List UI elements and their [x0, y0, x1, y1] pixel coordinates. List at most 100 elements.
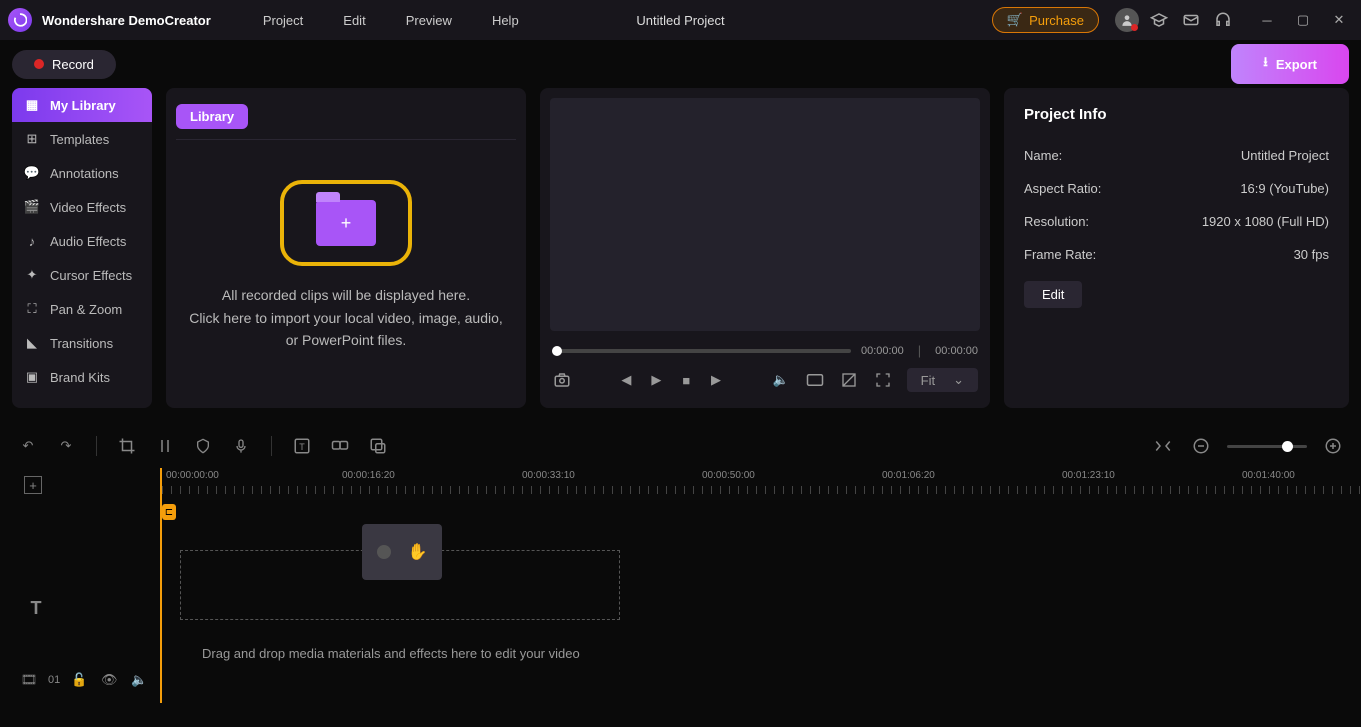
info-name-label: Name:: [1024, 148, 1062, 163]
crop-button[interactable]: [115, 434, 139, 458]
redo-button[interactable]: ↷: [54, 434, 78, 458]
info-framerate-value: 30 fps: [1294, 247, 1329, 262]
info-aspect-label: Aspect Ratio:: [1024, 181, 1101, 196]
annotations-icon: 💬: [24, 165, 40, 181]
info-aspect-value: 16:9 (YouTube): [1240, 181, 1329, 196]
visibility-track-button[interactable]: 👁: [98, 669, 120, 691]
undo-button[interactable]: ↶: [16, 434, 40, 458]
sidebar: ▦My Library ⊞Templates 💬Annotations 🎬Vid…: [12, 88, 152, 408]
sidebar-item-templates[interactable]: ⊞Templates: [12, 122, 152, 156]
track-count: 01: [48, 674, 60, 686]
fullscreen-icon[interactable]: [873, 370, 893, 390]
voiceover-button[interactable]: [229, 434, 253, 458]
library-tab[interactable]: Library: [176, 104, 248, 129]
mute-track-button[interactable]: 🔈: [128, 669, 150, 691]
total-time: 00:00:00: [935, 345, 978, 357]
thumbnail-placeholder-icon: [377, 545, 391, 559]
folder-plus-icon: +: [316, 200, 376, 246]
fit-dropdown[interactable]: Fit ⌄: [907, 368, 978, 392]
import-highlight-box: +: [280, 180, 412, 266]
prev-frame-button[interactable]: ◀: [616, 370, 636, 390]
split-button[interactable]: [153, 434, 177, 458]
menu-edit[interactable]: Edit: [325, 13, 383, 28]
brand-kits-icon: ▣: [24, 369, 40, 385]
menu-help[interactable]: Help: [474, 13, 537, 28]
next-frame-button[interactable]: ◀: [706, 370, 726, 390]
add-track-button[interactable]: +: [24, 476, 42, 494]
svg-text:T: T: [299, 442, 305, 452]
minimize-button[interactable]: ─: [1253, 6, 1281, 34]
import-area[interactable]: + All recorded clips will be displayed h…: [166, 140, 526, 392]
title-bar: Wondershare DemoCreator Project Edit Pre…: [0, 0, 1361, 40]
action-bar: Record ⭳ Export: [0, 40, 1361, 88]
fit-timeline-button[interactable]: [1151, 434, 1175, 458]
user-avatar[interactable]: [1113, 6, 1141, 34]
import-hint-text: All recorded clips will be displayed her…: [189, 284, 503, 351]
playhead-marker[interactable]: ⊏: [162, 504, 176, 520]
app-logo-icon: [8, 8, 32, 32]
info-framerate-label: Frame Rate:: [1024, 247, 1096, 262]
project-info-panel: Project Info Name:Untitled Project Aspec…: [1004, 88, 1349, 408]
maximize-button[interactable]: ▢: [1289, 6, 1317, 34]
project-title: Untitled Project: [636, 13, 724, 28]
timeline: + T 🎞 01 🔓 👁 🔈 00:00:00:00 00:00:16:20 0…: [0, 468, 1361, 703]
sidebar-item-brand-kits[interactable]: ▣Brand Kits: [12, 360, 152, 394]
timeline-tracks[interactable]: 00:00:00:00 00:00:16:20 00:00:33:10 00:0…: [160, 468, 1361, 703]
purchase-button[interactable]: 🛒 Purchase: [992, 7, 1099, 33]
library-panel: Library + All recorded clips will be dis…: [166, 88, 526, 408]
pan-zoom-icon: ⛶: [24, 301, 40, 317]
video-effects-icon: 🎬: [24, 199, 40, 215]
group-button[interactable]: [328, 434, 352, 458]
aspect-icon[interactable]: [805, 370, 825, 390]
info-title: Project Info: [1024, 106, 1329, 123]
text-track-icon[interactable]: T: [24, 596, 48, 620]
record-button[interactable]: Record: [12, 50, 116, 79]
timeline-toolbar: ↶ ↷ T: [0, 424, 1361, 468]
headset-icon[interactable]: [1209, 6, 1237, 34]
sidebar-item-pan-zoom[interactable]: ⛶Pan & Zoom: [12, 292, 152, 326]
cart-icon: 🛒: [1007, 12, 1023, 28]
sidebar-item-transitions[interactable]: ◣Transitions: [12, 326, 152, 360]
sidebar-item-cursor-effects[interactable]: ✦Cursor Effects: [12, 258, 152, 292]
play-button[interactable]: ▶: [646, 370, 666, 390]
marker-button[interactable]: [191, 434, 215, 458]
grab-cursor-icon: ✋: [408, 542, 428, 562]
stop-button[interactable]: ■: [676, 370, 696, 390]
zoom-slider[interactable]: [1227, 445, 1307, 448]
mail-icon[interactable]: [1177, 6, 1205, 34]
track-media-icon[interactable]: 🎞: [18, 669, 40, 691]
library-icon: ▦: [24, 97, 40, 113]
cursor-effects-icon: ✦: [24, 267, 40, 283]
export-icon: ⭳: [1263, 53, 1268, 75]
sidebar-item-annotations[interactable]: 💬Annotations: [12, 156, 152, 190]
current-time: 00:00:00: [861, 345, 904, 357]
drag-cursor-thumbnail: ✋: [362, 524, 442, 580]
record-dot-icon: [34, 59, 44, 69]
zoom-out-button[interactable]: [1189, 434, 1213, 458]
zoom-in-button[interactable]: [1321, 434, 1345, 458]
close-button[interactable]: ✕: [1325, 6, 1353, 34]
text-button[interactable]: T: [290, 434, 314, 458]
menu-preview[interactable]: Preview: [388, 13, 470, 28]
notification-dot-icon: [1131, 24, 1138, 31]
menu-project[interactable]: Project: [245, 13, 321, 28]
snapshot-icon[interactable]: [552, 370, 572, 390]
render-button[interactable]: [366, 434, 390, 458]
timeline-ruler[interactable]: 00:00:00:00 00:00:16:20 00:00:33:10 00:0…: [162, 468, 1361, 494]
info-resolution-value: 1920 x 1080 (Full HD): [1202, 214, 1329, 229]
audio-effects-icon: ♪: [24, 233, 40, 249]
volume-icon[interactable]: 🔈: [771, 370, 791, 390]
safe-zone-icon[interactable]: [839, 370, 859, 390]
chevron-down-icon: ⌄: [953, 372, 964, 388]
timeline-hint-text: Drag and drop media materials and effect…: [202, 646, 580, 661]
templates-icon: ⊞: [24, 131, 40, 147]
lock-track-button[interactable]: 🔓: [68, 669, 90, 691]
edit-project-info-button[interactable]: Edit: [1024, 281, 1082, 308]
sidebar-item-my-library[interactable]: ▦My Library: [12, 88, 152, 122]
sidebar-item-audio-effects[interactable]: ♪Audio Effects: [12, 224, 152, 258]
preview-progress-slider[interactable]: [552, 349, 851, 353]
sidebar-item-video-effects[interactable]: 🎬Video Effects: [12, 190, 152, 224]
preview-panel: 00:00:00 | 00:00:00 ◀ ▶ ■ ◀ 🔈 Fit ⌄: [540, 88, 990, 408]
academy-icon[interactable]: [1145, 6, 1173, 34]
export-button[interactable]: ⭳ Export: [1231, 44, 1349, 84]
